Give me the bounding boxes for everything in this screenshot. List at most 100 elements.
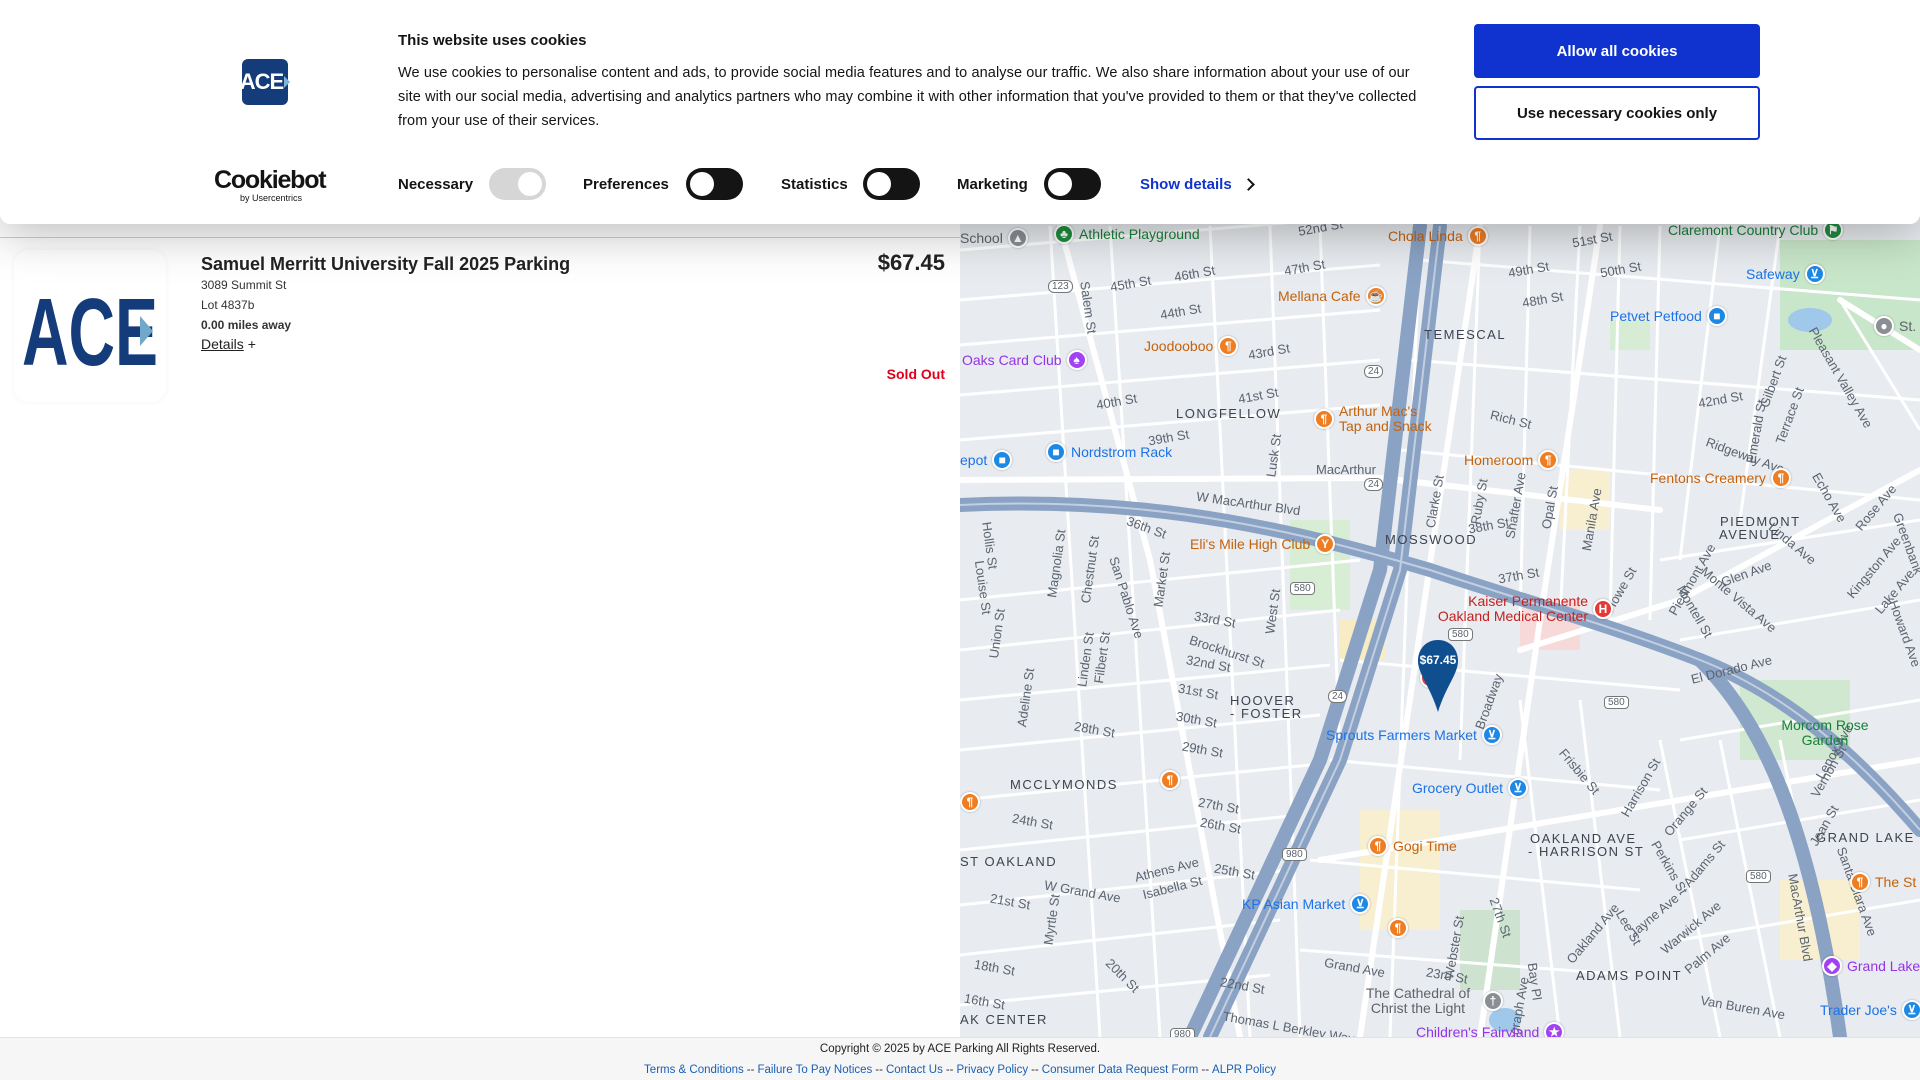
poi-elis-mile-high[interactable]: Eli's Mile High Club Y — [1190, 534, 1336, 554]
plus-icon[interactable]: + — [248, 336, 256, 352]
allow-all-cookies-button[interactable]: Allow all cookies — [1474, 24, 1760, 78]
toggle-statistics-row: Statistics — [781, 168, 848, 200]
neighborhood-longfellow: LONGFELLOW — [1176, 406, 1282, 421]
restaurant-icon: ¶ — [1467, 226, 1488, 246]
privacy-policy-link[interactable]: Privacy Policy — [957, 1064, 1029, 1076]
details-link-label[interactable]: Details — [201, 336, 244, 352]
bar-icon: Y — [1315, 534, 1336, 554]
necessary-cookies-only-button[interactable]: Use necessary cookies only — [1474, 86, 1760, 140]
highway-shield-24-b: 24 — [1364, 478, 1384, 491]
lot-number: Lot 4837b — [201, 298, 255, 312]
poi-label: Children's Fairyland — [1416, 1024, 1540, 1037]
poi-label: epot — [960, 452, 988, 468]
poi-cathedral[interactable]: The Cathedral of Christ the Light † — [1358, 986, 1503, 1016]
poi-label: St. — [1899, 318, 1917, 334]
poi-oaks-card-club[interactable]: Oaks Card Club ♠ — [962, 350, 1087, 370]
poi-grocery-outlet[interactable]: Grocery Outlet ⊻ — [1412, 778, 1529, 798]
poi-label: Grand Lake — [1847, 958, 1920, 974]
street-macarthur: MacArthur — [1316, 462, 1376, 477]
terms-link[interactable]: Terms & Conditions — [644, 1064, 744, 1076]
restaurant-icon: ¶ — [960, 792, 980, 812]
poi-mellana-cafe[interactable]: Mellana Cafe ☕ — [1278, 286, 1386, 306]
toggle-preferences-label: Preferences — [583, 175, 669, 193]
poi-label: Oaks Card Club — [962, 352, 1062, 368]
poi-fentons[interactable]: Fentons Creamery ¶ — [1650, 468, 1791, 488]
poi-home-depot[interactable]: epot ■ — [960, 450, 1013, 470]
highway-shield-123: 123 — [1048, 280, 1073, 293]
ace-logo-text: ACE — [239, 69, 284, 94]
alpr-policy-link[interactable]: ALPR Policy — [1212, 1064, 1276, 1076]
show-details-link[interactable]: Show details — [1140, 176, 1255, 193]
toggle-necessary — [489, 168, 546, 200]
poi-arthur-macs[interactable]: ¶ Arthur Mac's Tap and Snack — [1314, 404, 1439, 434]
place-icon: ● — [1874, 316, 1894, 336]
toggle-preferences[interactable] — [686, 168, 743, 200]
poi-school[interactable]: School ▲ — [960, 228, 1028, 248]
poi-label: Athletic Playground — [1079, 226, 1200, 242]
ace-logo-small: ACE — [239, 59, 291, 105]
neighborhood-temescal: TEMESCAL — [1424, 327, 1507, 342]
poi-chola-linda[interactable]: Chola Linda ¶ — [1388, 226, 1488, 246]
poi-st[interactable]: ● St. — [1874, 316, 1916, 336]
lot-name[interactable]: Samuel Merritt University Fall 2025 Park… — [201, 254, 570, 275]
highway-shield-580: 580 — [1290, 582, 1315, 595]
highway-shield-24: 24 — [1364, 365, 1384, 378]
footer-separator: -- — [875, 1064, 883, 1076]
poi-label: Morcom Rose Garden — [1781, 717, 1869, 748]
lot-price-marker[interactable]: $67.45 — [1416, 640, 1460, 712]
restaurant-marker[interactable]: ¶ — [960, 792, 980, 812]
poi-petvet[interactable]: Petvet Petfood ■ — [1610, 306, 1727, 326]
poi-the-st[interactable]: ¶ The St — [1850, 872, 1916, 892]
poi-athletic-playground[interactable]: ♣ Athletic Playground — [1054, 224, 1200, 244]
poi-label: KP Asian Market — [1242, 896, 1346, 912]
cart-icon: ⊻ — [1804, 264, 1825, 284]
poi-label: Petvet Petfood — [1610, 308, 1702, 324]
toggle-knob — [1048, 172, 1072, 196]
lot-distance: 0.00 miles away — [201, 318, 292, 332]
poi-safeway[interactable]: Safeway ⊻ — [1746, 264, 1825, 284]
poi-label: Nordstrom Rack — [1071, 444, 1173, 460]
poi-joodooboo[interactable]: Joodooboo ¶ — [1144, 336, 1239, 356]
restaurant-icon: ¶ — [1850, 872, 1870, 892]
poi-homeroom[interactable]: Homeroom ¶ — [1464, 450, 1559, 470]
failure-to-pay-link[interactable]: Failure To Pay Notices — [757, 1064, 872, 1076]
poi-grand-lake-theater[interactable]: ◆ Grand Lake — [1822, 956, 1920, 976]
poi-trader-joes[interactable]: Trader Joe's ⊻ — [1820, 1000, 1920, 1020]
poi-label: Chola Linda — [1388, 228, 1463, 244]
poi-label: The St — [1875, 874, 1917, 890]
restaurant-icon: ¶ — [1160, 770, 1180, 790]
cart-icon: ⊻ — [1350, 894, 1371, 914]
poi-label: The Cathedral of Christ the Light — [1365, 985, 1471, 1016]
neighborhood-foster: - FOSTER — [1230, 706, 1303, 721]
contact-us-link[interactable]: Contact Us — [886, 1064, 943, 1076]
show-details-label[interactable]: Show details — [1140, 176, 1232, 193]
theater-icon: ◆ — [1822, 956, 1842, 976]
poi-kp-asian-market[interactable]: KP Asian Market ⊻ — [1242, 894, 1371, 914]
restaurant-marker[interactable]: ¶ — [1388, 918, 1408, 938]
poi-sprouts[interactable]: Sprouts Farmers Market ⊻ — [1326, 725, 1502, 745]
poi-label: Joodooboo — [1144, 338, 1214, 354]
poi-label: Trader Joe's — [1820, 1002, 1897, 1018]
footer-separator: -- — [1031, 1064, 1039, 1076]
consumer-data-request-link[interactable]: Consumer Data Request Form — [1042, 1064, 1199, 1076]
poi-label: Grocery Outlet — [1412, 780, 1504, 796]
restaurant-icon: ¶ — [1368, 836, 1388, 856]
restaurant-icon: ¶ — [1388, 918, 1408, 938]
ace-logo: ACE — [14, 250, 166, 402]
chevron-right-icon — [1241, 178, 1255, 191]
poi-morcom-rose-garden[interactable]: Morcom Rose Garden — [1780, 718, 1870, 748]
details-toggle[interactable]: Details + — [201, 336, 256, 352]
poi-nordstrom-rack[interactable]: ■ Nordstrom Rack — [1046, 442, 1172, 462]
toggle-statistics[interactable] — [863, 168, 920, 200]
toggle-marketing[interactable] — [1044, 168, 1101, 200]
poi-kaiser-permanente[interactable]: Kaiser Permanente Oakland Medical Center… — [1428, 594, 1613, 624]
casino-icon: ♠ — [1066, 350, 1087, 370]
poi-childrens-fairyland[interactable]: Children's Fairyland ★ — [1416, 1022, 1565, 1037]
restaurant-marker[interactable]: ¶ — [1160, 770, 1180, 790]
poi-label: Kaiser Permanente Oakland Medical Center — [1437, 593, 1588, 624]
listing-card[interactable]: ACE Samuel Merritt University Fall 2025 … — [0, 250, 960, 410]
footer-separator: -- — [1201, 1064, 1210, 1076]
toggle-knob — [867, 172, 891, 196]
neighborhood-mcclymonds: MCCLYMONDS — [1010, 777, 1118, 792]
poi-gogi-time[interactable]: ¶ Gogi Time — [1368, 836, 1457, 856]
